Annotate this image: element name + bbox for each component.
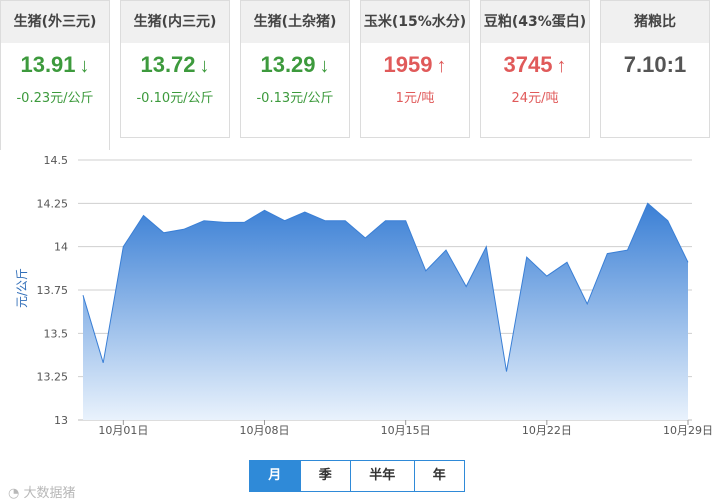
y-axis-label: 元/公斤: [15, 268, 29, 308]
arrow-up-icon: ↑: [436, 55, 447, 77]
card-change: -0.13元/公斤: [256, 91, 334, 106]
y-tick-label: 14.25: [37, 197, 69, 210]
card-change: 1元/吨: [395, 91, 435, 106]
x-tick-label: 10月08日: [240, 424, 290, 437]
y-tick-label: 14.5: [44, 154, 69, 167]
y-tick-label: 13: [54, 414, 68, 427]
card-price: 7.10:1: [623, 52, 687, 77]
tab-month[interactable]: 月: [250, 461, 300, 491]
card-title: 生猪(外三元): [1, 1, 109, 43]
y-tick-label: 13.25: [37, 371, 69, 384]
card-corn[interactable]: 玉米(15%水分) 1959 ↑ 1元/吨: [360, 0, 470, 138]
card-title: 生猪(内三元): [121, 1, 229, 43]
card-price: 1959 ↑: [383, 52, 447, 77]
price-cards: 生猪(外三元) 13.91 ↓ -0.23元/公斤 生猪(内三元) 13.72 ↓ …: [0, 0, 715, 150]
x-tick-label: 10月15日: [381, 424, 431, 437]
watermark-logo-icon: ◔: [8, 486, 20, 501]
arrow-down-icon: ↓: [199, 55, 210, 77]
x-axis-ticks: 10月01日 10月08日 10月15日 10月22日 10月29日: [98, 420, 713, 437]
tab-half-year[interactable]: 半年: [350, 461, 414, 491]
period-tabs: 月 季 半年 年: [249, 460, 465, 492]
card-price: 13.91 ↓: [20, 52, 90, 77]
x-tick-label: 10月22日: [522, 424, 572, 437]
x-tick-label: 10月29日: [663, 424, 713, 437]
x-tick-label: 10月01日: [98, 424, 148, 437]
tab-quarter[interactable]: 季: [299, 461, 350, 491]
y-tick-label: 13.75: [37, 284, 69, 297]
y-axis-ticks: 13 13.25 13.5 13.75 14 14.25 14.5: [37, 154, 69, 427]
card-title: 豆粕(43%蛋白): [481, 1, 589, 43]
arrow-up-icon: ↑: [556, 55, 567, 77]
card-price: 3745 ↑: [503, 52, 567, 77]
arrow-down-icon: ↓: [79, 55, 90, 77]
y-tick-label: 13.5: [44, 327, 69, 340]
area-chart-svg: 13 13.25 13.5 13.75 14 14.25 14.5 10月01日 10月08日…: [15, 154, 713, 437]
card-pig-inner[interactable]: 生猪(内三元) 13.72 ↓ -0.10元/公斤: [120, 0, 230, 138]
y-tick-label: 14: [54, 241, 68, 254]
watermark-text: 大数据猪: [23, 486, 76, 501]
card-pig-local[interactable]: 生猪(土杂猪) 13.29 ↓ -0.13元/公斤: [240, 0, 350, 138]
card-soymeal[interactable]: 豆粕(43%蛋白) 3745 ↑ 24元/吨: [480, 0, 590, 138]
card-title: 生猪(土杂猪): [241, 1, 349, 43]
arrow-down-icon: ↓: [319, 55, 330, 77]
card-change: -0.23元/公斤: [16, 91, 94, 106]
card-price: 13.72 ↓: [140, 52, 210, 77]
card-price: 13.29 ↓: [260, 52, 330, 77]
watermark: ◔ 大数据猪: [8, 482, 76, 501]
card-pig-grain-ratio[interactable]: 猪粮比 7.10:1: [600, 0, 710, 138]
area-fill: [83, 203, 688, 420]
price-chart: 13 13.25 13.5 13.75 14 14.25 14.5 10月01日 10月08日…: [0, 148, 715, 440]
card-title: 猪粮比: [601, 1, 709, 43]
tab-year[interactable]: 年: [413, 461, 464, 491]
card-change: 24元/吨: [511, 91, 559, 106]
card-pig-outer[interactable]: 生猪(外三元) 13.91 ↓ -0.23元/公斤: [0, 0, 110, 150]
card-title: 玉米(15%水分): [361, 1, 469, 43]
card-change: -0.10元/公斤: [136, 91, 214, 106]
